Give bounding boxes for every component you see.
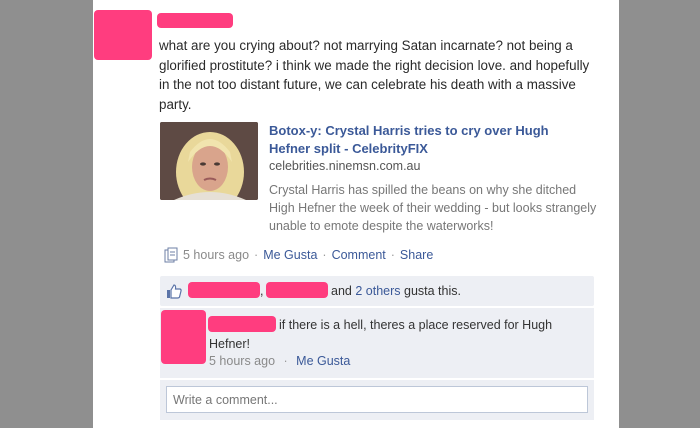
- comment-input[interactable]: [166, 386, 588, 413]
- likes-and: and: [331, 284, 352, 298]
- thumbs-up-icon: [167, 284, 182, 299]
- comment-time[interactable]: 5 hours ago: [209, 354, 275, 368]
- separator: ·: [322, 248, 327, 262]
- separator: ·: [254, 248, 259, 262]
- like-post-link[interactable]: Me Gusta: [263, 248, 317, 262]
- likes-summary: and 2 others gusta this.: [331, 284, 461, 298]
- post-time[interactable]: 5 hours ago: [183, 248, 249, 262]
- comment-link[interactable]: Comment: [332, 248, 386, 262]
- liker-name-redacted[interactable]: [188, 282, 260, 298]
- comment-meta: 5 hours ago · Me Gusta: [209, 354, 350, 368]
- link-title[interactable]: Botox-y: Crystal Harris tries to cry ove…: [269, 122, 589, 158]
- post-meta: 5 hours ago · Me Gusta · Comment · Share: [164, 247, 433, 263]
- link-thumbnail[interactable]: [160, 122, 258, 200]
- share-link[interactable]: Share: [400, 248, 433, 262]
- poster-avatar-redacted[interactable]: [94, 10, 152, 60]
- thumbnail-image: [160, 122, 258, 200]
- liker-comma: ,: [260, 284, 264, 298]
- liker-name-redacted[interactable]: [266, 282, 328, 298]
- commenter-avatar-redacted[interactable]: [161, 310, 206, 364]
- likes-others-link[interactable]: 2 others: [355, 284, 400, 298]
- likes-suffix: gusta this.: [404, 284, 461, 298]
- separator: ·: [390, 248, 395, 262]
- link-domain: celebrities.ninemsn.com.au: [269, 159, 421, 173]
- post-message: what are you crying about? not marrying …: [159, 38, 590, 112]
- like-comment-link[interactable]: Me Gusta: [296, 354, 350, 368]
- comment-text: if there is a hell, theres a place reser…: [209, 318, 553, 351]
- link-description: Crystal Harris has spilled the beans on …: [269, 183, 597, 233]
- separator: ·: [283, 354, 288, 368]
- poster-name-redacted[interactable]: [157, 13, 233, 28]
- share-link-icon: [164, 247, 178, 263]
